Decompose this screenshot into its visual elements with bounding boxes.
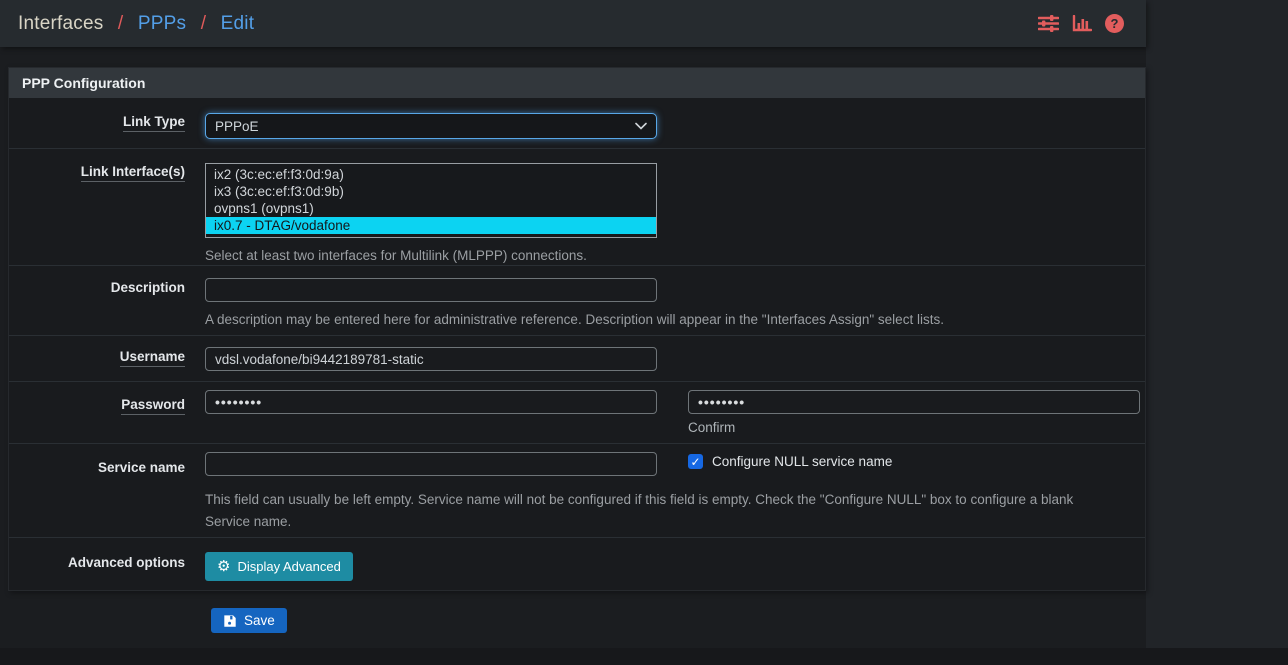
username-input[interactable] [205,347,657,371]
breadcrumb-edit[interactable]: Edit [221,13,255,34]
list-option[interactable]: ix0.7 - DTAG/vodafone [206,217,656,234]
service-name-label: Service name [9,444,185,537]
help-icon[interactable]: ? [1105,14,1124,33]
username-label: Username [9,336,185,381]
navbar-icons: ? [1038,14,1124,33]
display-advanced-button[interactable]: ⚙ Display Advanced [205,552,353,581]
confirm-label: Confirm [688,420,1140,435]
page-container: Interfaces / PPPs / Edit [0,0,1146,665]
password-row: Password Confirm [9,381,1145,443]
breadcrumb-separator: / [118,13,123,34]
service-name-row: Service name Configure NULL service name… [9,443,1145,537]
link-type-select[interactable]: PPPoE [205,113,657,139]
status-graphs-icon[interactable] [1072,15,1092,33]
description-row: Description A description may be entered… [9,265,1145,335]
sliders-icon[interactable] [1038,14,1059,33]
username-row: Username [9,335,1145,381]
password-label: Password [9,382,185,443]
form-actions: Save [211,608,287,633]
description-input[interactable] [205,278,657,302]
link-type-selected-value: PPPoE [215,119,635,134]
chevron-down-icon [635,122,647,130]
link-type-row: Link Type PPPoE [9,98,1145,148]
link-type-label: Link Type [9,98,185,148]
save-button[interactable]: Save [211,608,287,633]
description-help: A description may be entered here for ad… [205,309,1135,331]
service-name-input[interactable] [205,452,657,476]
save-button-label: Save [244,613,275,628]
breadcrumb-separator: / [201,13,206,34]
display-advanced-label: Display Advanced [237,559,340,574]
null-service-checkbox[interactable] [688,454,703,469]
link-interfaces-help: Select at least two interfaces for Multi… [205,245,1135,267]
link-interfaces-listbox[interactable]: ix2 (3c:ec:ef:f3:0d:9a)ix3 (3c:ec:ef:f3:… [205,163,657,238]
list-option[interactable]: ix3 (3c:ec:ef:f3:0d:9b) [206,183,656,200]
breadcrumb-ppps[interactable]: PPPs [138,13,186,34]
description-label: Description [9,266,185,335]
footer-strip [0,648,1288,665]
link-interfaces-label: Link Interface(s) [9,149,185,265]
list-option[interactable]: ovpns1 (ovpns1) [206,200,656,217]
password-confirm-input[interactable] [688,390,1140,414]
null-service-checkbox-label: Configure NULL service name [712,454,892,469]
save-icon [223,614,237,628]
null-service-check-row[interactable]: Configure NULL service name [688,454,892,469]
link-interfaces-row: Link Interface(s) ix2 (3c:ec:ef:f3:0d:9a… [9,148,1145,265]
service-name-help: This field can usually be left empty. Se… [205,489,1110,532]
advanced-options-label: Advanced options [9,538,185,590]
ppp-configuration-panel: PPP Configuration Link Type PPPoE Link I… [8,67,1146,591]
top-navbar: Interfaces / PPPs / Edit [0,0,1146,47]
breadcrumb-interfaces[interactable]: Interfaces [18,13,103,34]
list-option[interactable]: ix2 (3c:ec:ef:f3:0d:9a) [206,166,656,183]
panel-title: PPP Configuration [9,68,1145,98]
gear-icon: ⚙ [217,559,230,574]
advanced-options-row: Advanced options ⚙ Display Advanced [9,537,1145,590]
breadcrumb: Interfaces / PPPs / Edit [18,13,254,35]
password-input[interactable] [205,390,657,414]
